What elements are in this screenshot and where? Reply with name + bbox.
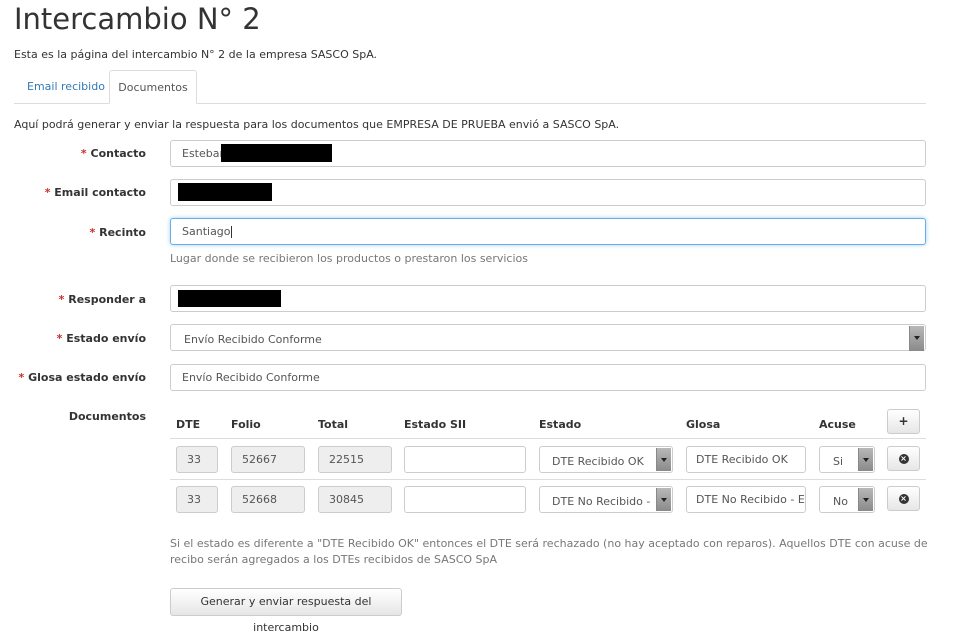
chevron-down-icon <box>656 488 671 511</box>
row2-total: 30845 <box>318 486 392 513</box>
submit-button[interactable]: Generar y enviar respuesta del intercamb… <box>170 588 402 634</box>
estado-envio-select[interactable]: Envío Recibido Conforme <box>170 324 926 351</box>
row1-dte: 33 <box>176 446 218 473</box>
col-estado-sii: Estado SII <box>404 418 467 431</box>
documentos-label: Documentos <box>68 410 146 423</box>
responder-label: * Responder a <box>58 293 146 306</box>
row1-estado-select[interactable]: DTE Recibido OK <box>539 446 673 473</box>
table-divider <box>170 479 926 480</box>
glosa-estado-label: * Glosa estado envío <box>18 371 146 384</box>
row2-estado-select[interactable]: DTE No Recibido - <box>539 486 673 513</box>
estado-envio-label: * Estado envío <box>56 332 146 345</box>
recinto-input[interactable]: Santiago <box>170 218 926 245</box>
chevron-down-icon <box>858 488 873 511</box>
glosa-estado-input[interactable]: Envío Recibido Conforme <box>170 364 926 391</box>
email-contacto-input[interactable] <box>170 179 926 206</box>
row1-total: 22515 <box>318 446 392 473</box>
row1-remove-button[interactable]: × <box>887 446 920 471</box>
row2-remove-button[interactable]: × <box>887 486 920 511</box>
email-contacto-label: * Email contacto <box>44 186 146 199</box>
col-glosa: Glosa <box>686 418 721 431</box>
chevron-down-icon <box>656 448 671 471</box>
contacto-label: * Contacto <box>80 147 146 160</box>
page-title: Intercambio N° 2 <box>14 2 261 36</box>
col-estado: Estado <box>539 418 582 431</box>
recinto-label: * Recinto <box>89 226 146 239</box>
redaction-box <box>178 183 272 201</box>
col-total: Total <box>318 418 349 431</box>
page-intro: Esta es la página del intercambio N° 2 d… <box>14 48 378 61</box>
row2-glosa-input[interactable]: DTE No Recibido - E <box>686 486 806 513</box>
add-row-button[interactable]: + <box>887 409 920 434</box>
responder-input[interactable] <box>170 285 926 312</box>
form-help: Aquí podrá generar y enviar la respuesta… <box>14 118 620 131</box>
chevron-down-icon <box>909 326 924 351</box>
row2-dte: 33 <box>176 486 218 513</box>
row2-estado-sii[interactable] <box>404 486 526 513</box>
col-acuse: Acuse <box>819 418 856 431</box>
recinto-hint: Lugar donde se recibieron los productos … <box>170 252 528 265</box>
col-dte: DTE <box>176 418 201 431</box>
remove-icon: × <box>898 453 909 464</box>
row1-folio: 52667 <box>231 446 305 473</box>
footer-note: Si el estado es diferente a "DTE Recibid… <box>170 537 928 566</box>
row2-acuse-select[interactable]: No <box>819 486 875 513</box>
row1-glosa-input[interactable]: DTE Recibido OK <box>686 446 806 473</box>
row2-folio: 52668 <box>231 486 305 513</box>
row1-acuse-select[interactable]: Si <box>819 446 875 473</box>
required-mark: * <box>80 147 87 160</box>
tab-bar: Email recibido Documentos <box>14 70 926 104</box>
col-folio: Folio <box>231 418 261 431</box>
tab-documentos[interactable]: Documentos <box>109 70 197 104</box>
row1-estado-sii[interactable] <box>404 446 526 473</box>
table-divider <box>170 438 926 439</box>
tab-email-recibido[interactable]: Email recibido <box>14 70 118 103</box>
remove-icon: × <box>898 493 909 504</box>
redaction-box <box>221 144 332 162</box>
chevron-down-icon <box>858 448 873 471</box>
redaction-box <box>178 290 281 307</box>
